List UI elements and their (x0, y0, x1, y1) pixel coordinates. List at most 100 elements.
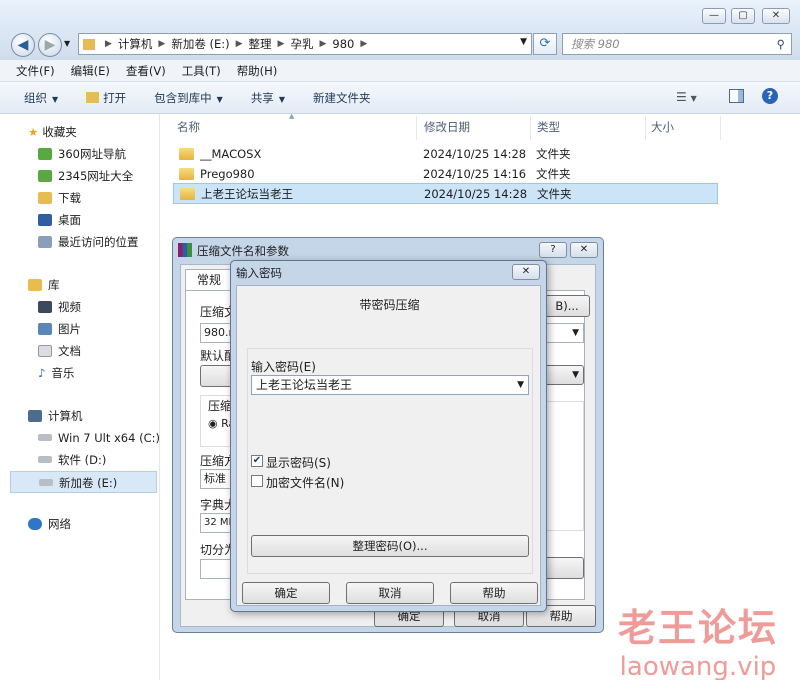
music-icon: ♪ (38, 366, 46, 380)
sidebar-item-documents[interactable]: 文档 (38, 340, 81, 362)
browser-icon (38, 148, 52, 160)
help-button[interactable]: 帮助 (450, 582, 538, 604)
list-item[interactable]: __MACOSX 2024/10/25 14:28 文件夹 (173, 144, 718, 165)
sidebar-item-drive-c[interactable]: Win 7 Ult x64 (C:) (38, 427, 160, 449)
tab-general[interactable]: 常规 (185, 269, 233, 291)
dialog-help-button[interactable]: ? (539, 242, 567, 258)
list-item[interactable]: Prego980 2024/10/25 14:16 文件夹 (173, 164, 718, 185)
desktop-icon (38, 214, 52, 226)
list-item-selected[interactable]: 上老王论坛当老王 2024/10/25 14:28 文件夹 (173, 183, 718, 204)
folder-icon (179, 168, 194, 180)
forward-button[interactable]: ▶ (38, 33, 62, 57)
menu-tools[interactable]: 工具(T) (182, 63, 221, 79)
star-icon: ★ (28, 125, 39, 139)
menu-help[interactable]: 帮助(H) (237, 63, 278, 79)
back-button[interactable]: ◀ (11, 33, 35, 57)
password-input[interactable]: 上老王论坛当老王 ▼ (251, 375, 529, 395)
menu-file[interactable]: 文件(F) (16, 63, 55, 79)
breadcrumb-computer[interactable]: 计算机 (118, 36, 153, 52)
search-input[interactable]: 搜索 980 ⚲ (562, 33, 792, 55)
drive-icon (38, 434, 52, 441)
search-icon: ⚲ (776, 37, 785, 51)
picture-icon (38, 323, 52, 335)
sidebar-item-videos[interactable]: 视频 (38, 296, 81, 318)
browse-button[interactable]: B)... (544, 295, 590, 317)
document-icon (38, 345, 52, 357)
drive-icon (38, 456, 52, 463)
search-placeholder: 搜索 980 (571, 37, 620, 51)
maximize-button[interactable]: ▢ (731, 8, 755, 24)
show-password-label[interactable]: 显示密码(S) (266, 454, 331, 471)
sidebar-item-downloads[interactable]: 下载 (38, 187, 81, 209)
column-header-size[interactable]: 大小 (651, 119, 674, 135)
address-bar[interactable]: ▶ 计算机 ▶ 新加卷 (E:) ▶ 整理 ▶ 孕乳 ▶ 980 ▶ ▼ (78, 33, 532, 55)
recent-pages-dropdown[interactable]: ▼ (64, 39, 70, 48)
download-folder-icon (38, 192, 52, 204)
open-button[interactable]: 打开 (86, 90, 126, 106)
organize-button[interactable]: 组织 ▼ (24, 90, 58, 106)
set-password-button[interactable] (544, 557, 584, 579)
view-options-icon[interactable]: ☰ ▼ (676, 90, 697, 104)
sidebar-item-computer[interactable]: 计算机 (28, 405, 83, 427)
network-icon (28, 518, 42, 530)
window-titlebar: — ▢ ✕ (0, 0, 800, 30)
sidebar-item-2345[interactable]: 2345网址大全 (38, 165, 133, 187)
video-icon (38, 301, 52, 313)
folder-icon (83, 38, 95, 50)
menu-view[interactable]: 查看(V) (126, 63, 166, 79)
dialog-title: 输入密码 (236, 266, 282, 280)
folder-icon (179, 148, 194, 160)
sidebar-item-drive-e[interactable]: 新加卷 (E:) (10, 471, 157, 493)
dialog-heading: 带密码压缩 (359, 298, 420, 312)
ok-button[interactable]: 确定 (242, 582, 330, 604)
refresh-button[interactable]: ⟳ (533, 33, 557, 55)
breadcrumb-folder[interactable]: 980 (332, 37, 354, 51)
browser-icon (38, 170, 52, 182)
menu-bar: 文件(F) 编辑(E) 查看(V) 工具(T) 帮助(H) (0, 60, 800, 82)
watermark: 老王论坛 laowang.vip (618, 597, 778, 680)
dialog-close-button[interactable]: ✕ (512, 264, 540, 280)
breadcrumb-folder[interactable]: 孕乳 (290, 36, 313, 52)
share-button[interactable]: 共享 ▼ (251, 90, 285, 106)
sidebar-item-recent[interactable]: 最近访问的位置 (38, 231, 139, 253)
update-mode-dropdown[interactable]: ▼ (544, 323, 584, 343)
preview-pane-icon[interactable] (729, 89, 744, 103)
sidebar-item-network[interactable]: 网络 (28, 513, 71, 535)
column-header-name[interactable]: 名称 (177, 119, 200, 135)
sidebar-item-360[interactable]: 360网址导航 (38, 143, 126, 165)
column-header-type[interactable]: 类型 (537, 119, 560, 135)
watermark-text: 老王论坛 (617, 606, 778, 650)
archive-options-group (544, 401, 584, 531)
password-label: 输入密码(E) (251, 360, 316, 374)
command-bar: 组织 ▼ 打开 包含到库中 ▼ 共享 ▼ 新建文件夹 ☰ ▼ ? (0, 82, 800, 114)
organize-passwords-button[interactable]: 整理密码(O)... (251, 535, 529, 557)
enter-password-dialog: 输入密码 ✕ 带密码压缩 输入密码(E) 上老王论坛当老王 ▼ ✔ 显示密码(S… (230, 260, 547, 612)
recent-places-icon (38, 236, 52, 248)
new-folder-button[interactable]: 新建文件夹 (313, 90, 371, 106)
dialog-title: 压缩文件名和参数 (197, 244, 289, 258)
menu-edit[interactable]: 编辑(E) (71, 63, 110, 79)
sidebar-item-music[interactable]: ♪ 音乐 (38, 362, 74, 384)
sidebar-item-libraries[interactable]: 库 (28, 274, 60, 296)
sidebar-item-desktop[interactable]: 桌面 (38, 209, 81, 231)
encrypt-filenames-checkbox[interactable] (251, 475, 263, 487)
help-icon[interactable]: ? (762, 88, 778, 104)
dialog-close-button[interactable]: ✕ (570, 242, 598, 258)
chevron-down-icon[interactable]: ▼ (520, 37, 527, 47)
breadcrumb-drive[interactable]: 新加卷 (E:) (171, 36, 229, 52)
options-dropdown[interactable]: ▼ (544, 365, 584, 385)
breadcrumb-folder[interactable]: 整理 (249, 36, 272, 52)
sidebar-item-pictures[interactable]: 图片 (38, 318, 81, 340)
close-button[interactable]: ✕ (762, 8, 790, 24)
show-password-checkbox[interactable]: ✔ (251, 455, 263, 467)
include-in-library-button[interactable]: 包含到库中 ▼ (154, 90, 223, 106)
chevron-down-icon[interactable]: ▼ (517, 376, 524, 394)
folder-icon (180, 188, 195, 200)
encrypt-filenames-label[interactable]: 加密文件名(N) (266, 474, 344, 491)
column-header-date[interactable]: 修改日期 (424, 119, 470, 135)
watermark-url: laowang.vip (619, 652, 777, 680)
sidebar-item-drive-d[interactable]: 软件 (D:) (38, 449, 106, 471)
sidebar-item-favorites[interactable]: ★ 收藏夹 (28, 121, 77, 143)
minimize-button[interactable]: — (702, 8, 726, 24)
cancel-button[interactable]: 取消 (346, 582, 434, 604)
